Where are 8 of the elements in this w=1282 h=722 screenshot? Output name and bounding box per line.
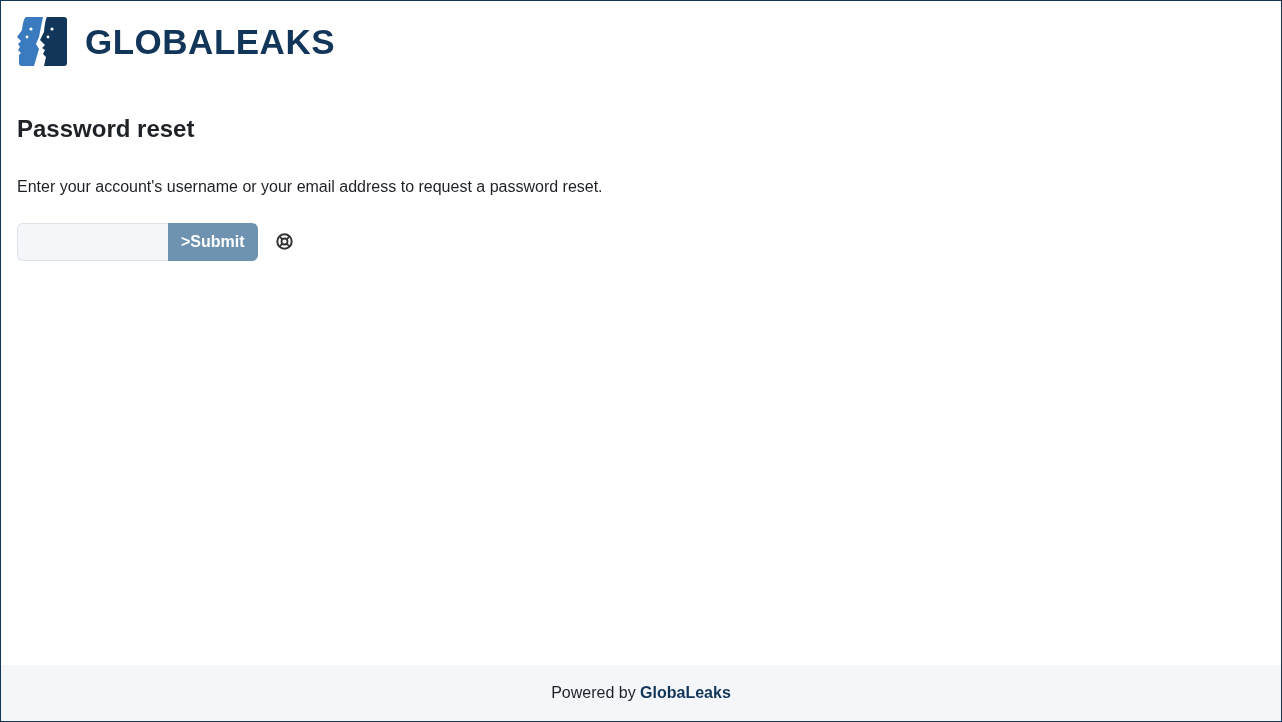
lifebuoy-icon[interactable]: [275, 233, 293, 251]
page-title: Password reset: [17, 115, 196, 144]
username-input[interactable]: [17, 222, 168, 261]
logo-text: GLOBALEAKS: [85, 24, 335, 59]
instructions-text: Enter your account's username or your email address to request a password reset.: [17, 176, 604, 197]
logo-icon: [17, 17, 67, 66]
globaleaks-link[interactable]: GlobaLeaks: [640, 684, 731, 701]
footer-text: Powered by GlobaLeaks: [551, 683, 731, 703]
